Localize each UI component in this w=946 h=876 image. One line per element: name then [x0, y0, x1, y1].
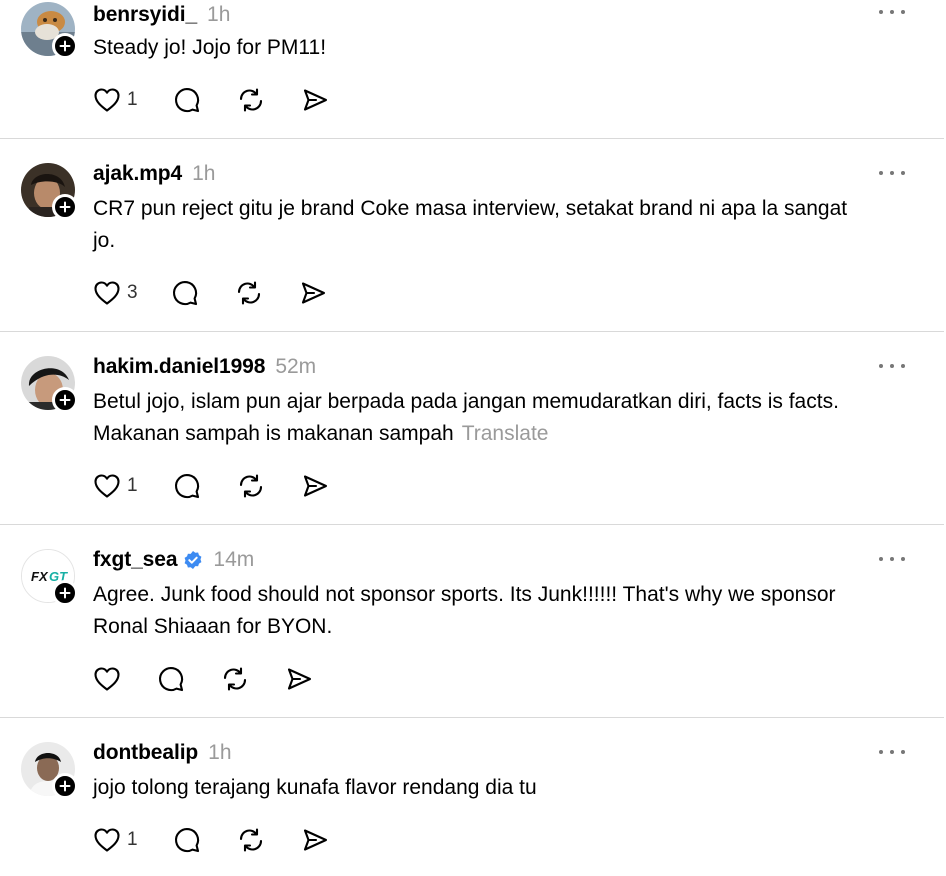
- like-button[interactable]: 1: [93, 825, 138, 855]
- like-count: 3: [127, 282, 138, 303]
- like-button[interactable]: 1: [93, 85, 138, 115]
- heart-icon: [93, 87, 121, 113]
- more-dots-icon[interactable]: [876, 2, 908, 22]
- post-body: jojo tolong terajang kunafa flavor renda…: [93, 776, 537, 799]
- share-button[interactable]: [285, 664, 313, 694]
- heart-icon: [93, 827, 121, 853]
- reply-button[interactable]: [157, 664, 185, 694]
- comment-icon: [173, 472, 201, 500]
- timestamp[interactable]: 52m: [275, 355, 316, 379]
- svg-text:FX: FX: [31, 569, 49, 584]
- avatar[interactable]: [21, 356, 78, 413]
- repost-button[interactable]: [237, 85, 265, 115]
- share-button[interactable]: [301, 825, 329, 855]
- username[interactable]: ajak.mp4: [93, 162, 182, 186]
- post-text: jojo tolong terajang kunafa flavor renda…: [93, 772, 893, 804]
- send-icon: [301, 472, 329, 500]
- post-text: Betul jojo, islam pun ajar berpada pada …: [93, 386, 868, 450]
- follow-plus-icon[interactable]: [52, 387, 78, 413]
- avatar[interactable]: [21, 742, 78, 799]
- reply-post: FX GT fxgt_sea 14m Agree. Junk food shou…: [0, 525, 944, 717]
- verified-badge-icon: [183, 550, 203, 570]
- more-dots-icon[interactable]: [876, 742, 908, 762]
- reply-button[interactable]: [173, 471, 201, 501]
- heart-icon: [93, 280, 121, 306]
- repost-button[interactable]: [237, 825, 265, 855]
- post-body: Steady jo! Jojo for PM11!: [93, 36, 327, 59]
- reply-post: dontbealip 1h jojo tolong terajang kunaf…: [0, 718, 944, 876]
- avatar[interactable]: [21, 163, 78, 220]
- reply-button[interactable]: [171, 278, 199, 308]
- like-button[interactable]: [93, 664, 121, 694]
- share-button[interactable]: [299, 278, 327, 308]
- avatar[interactable]: FX GT: [21, 549, 78, 606]
- follow-plus-icon[interactable]: [52, 194, 78, 220]
- reply-post: benrsyidi_ 1h Steady jo! Jojo for PM11! …: [0, 0, 944, 138]
- post-header: benrsyidi_ 1h: [93, 0, 230, 30]
- like-button[interactable]: 1: [93, 471, 138, 501]
- repost-icon: [221, 665, 249, 693]
- heart-icon: [93, 473, 121, 499]
- username[interactable]: benrsyidi_: [93, 3, 197, 27]
- thread-replies-feed: benrsyidi_ 1h Steady jo! Jojo for PM11! …: [0, 0, 946, 876]
- post-header: dontbealip 1h: [93, 738, 232, 768]
- follow-plus-icon[interactable]: [52, 33, 78, 59]
- comment-icon: [157, 665, 185, 693]
- share-button[interactable]: [301, 471, 329, 501]
- more-dots-icon[interactable]: [876, 356, 908, 376]
- send-icon: [285, 665, 313, 693]
- repost-icon: [237, 86, 265, 114]
- heart-icon: [93, 666, 121, 692]
- reply-post: hakim.daniel1998 52m Betul jojo, islam p…: [0, 332, 944, 524]
- reply-button[interactable]: [173, 825, 201, 855]
- repost-button[interactable]: [235, 278, 263, 308]
- timestamp[interactable]: 1h: [208, 741, 231, 765]
- post-body: CR7 pun reject gitu je brand Coke masa i…: [93, 197, 848, 252]
- post-header: ajak.mp4 1h: [93, 159, 215, 189]
- post-header: hakim.daniel1998 52m: [93, 352, 316, 382]
- post-actions: 1: [93, 825, 329, 855]
- username[interactable]: hakim.daniel1998: [93, 355, 265, 379]
- like-count: 1: [127, 89, 138, 110]
- post-actions: 1: [93, 471, 329, 501]
- post-text: Steady jo! Jojo for PM11!: [93, 32, 893, 64]
- username[interactable]: fxgt_sea: [93, 548, 178, 572]
- comment-icon: [173, 86, 201, 114]
- post-text: CR7 pun reject gitu je brand Coke masa i…: [93, 193, 853, 257]
- repost-button[interactable]: [221, 664, 249, 694]
- send-icon: [301, 86, 329, 114]
- post-header: fxgt_sea 14m: [93, 545, 254, 575]
- translate-link[interactable]: Translate: [462, 422, 549, 445]
- like-count: 1: [127, 829, 138, 850]
- repost-icon: [237, 826, 265, 854]
- comment-icon: [171, 279, 199, 307]
- follow-plus-icon[interactable]: [52, 773, 78, 799]
- timestamp[interactable]: 1h: [207, 3, 230, 27]
- reply-button[interactable]: [173, 85, 201, 115]
- avatar[interactable]: [21, 2, 78, 59]
- post-text: Agree. Junk food should not sponsor spor…: [93, 579, 853, 643]
- post-actions: 3: [93, 278, 327, 308]
- username[interactable]: dontbealip: [93, 741, 198, 765]
- comment-icon: [173, 826, 201, 854]
- repost-icon: [235, 279, 263, 307]
- like-count: 1: [127, 475, 138, 496]
- more-dots-icon[interactable]: [876, 163, 908, 183]
- like-button[interactable]: 3: [93, 278, 138, 308]
- timestamp[interactable]: 14m: [213, 548, 254, 572]
- post-actions: [93, 664, 313, 694]
- repost-button[interactable]: [237, 471, 265, 501]
- post-actions: 1: [93, 85, 329, 115]
- send-icon: [299, 279, 327, 307]
- repost-icon: [237, 472, 265, 500]
- post-body: Agree. Junk food should not sponsor spor…: [93, 583, 836, 638]
- share-button[interactable]: [301, 85, 329, 115]
- send-icon: [301, 826, 329, 854]
- timestamp[interactable]: 1h: [192, 162, 215, 186]
- reply-post: ajak.mp4 1h CR7 pun reject gitu je brand…: [0, 139, 944, 331]
- follow-plus-icon[interactable]: [52, 580, 78, 606]
- more-dots-icon[interactable]: [876, 549, 908, 569]
